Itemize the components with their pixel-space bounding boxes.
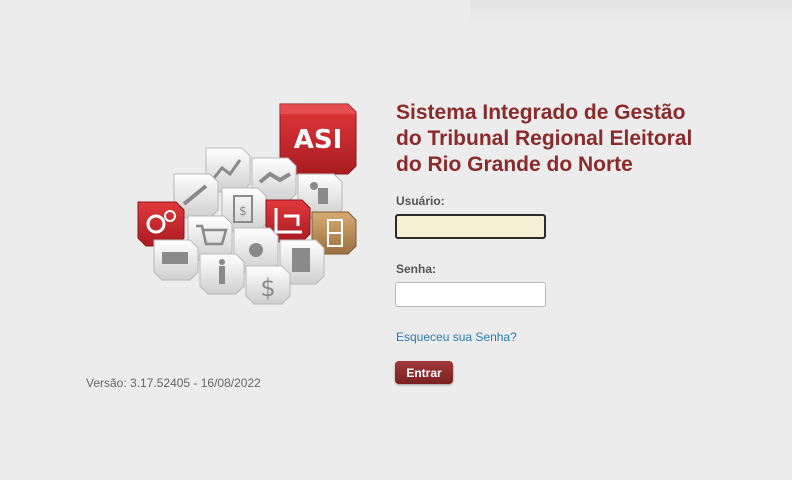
gears-icon bbox=[137, 201, 185, 247]
asi-logo-text: ASI bbox=[294, 125, 343, 155]
page-title: Sistema Integrado de Gestão do Tribunal … bbox=[396, 100, 776, 178]
login-button[interactable]: Entrar bbox=[395, 361, 453, 384]
svg-text:$: $ bbox=[260, 274, 275, 302]
page-title-line-3: do Rio Grande do Norte bbox=[396, 153, 633, 176]
password-input[interactable] bbox=[395, 282, 546, 307]
person-icon bbox=[199, 253, 245, 295]
password-label: Senha: bbox=[396, 262, 437, 276]
version-text: Versão: 3.17.52405 - 16/08/2022 bbox=[86, 376, 261, 390]
username-input[interactable] bbox=[395, 214, 546, 239]
truck-icon bbox=[153, 239, 199, 281]
top-bar bbox=[470, 0, 792, 26]
asi-logo: ASI $ $ bbox=[134, 100, 366, 310]
svg-text:$: $ bbox=[239, 204, 247, 218]
forgot-password-link[interactable]: Esqueceu sua Senha? bbox=[396, 330, 517, 344]
username-label: Usuário: bbox=[396, 194, 445, 208]
page-title-line-1: Sistema Integrado de Gestão bbox=[396, 101, 686, 124]
page-title-line-2: do Tribunal Regional Eleitoral bbox=[396, 127, 693, 150]
dollar-icon: $ bbox=[245, 265, 291, 305]
